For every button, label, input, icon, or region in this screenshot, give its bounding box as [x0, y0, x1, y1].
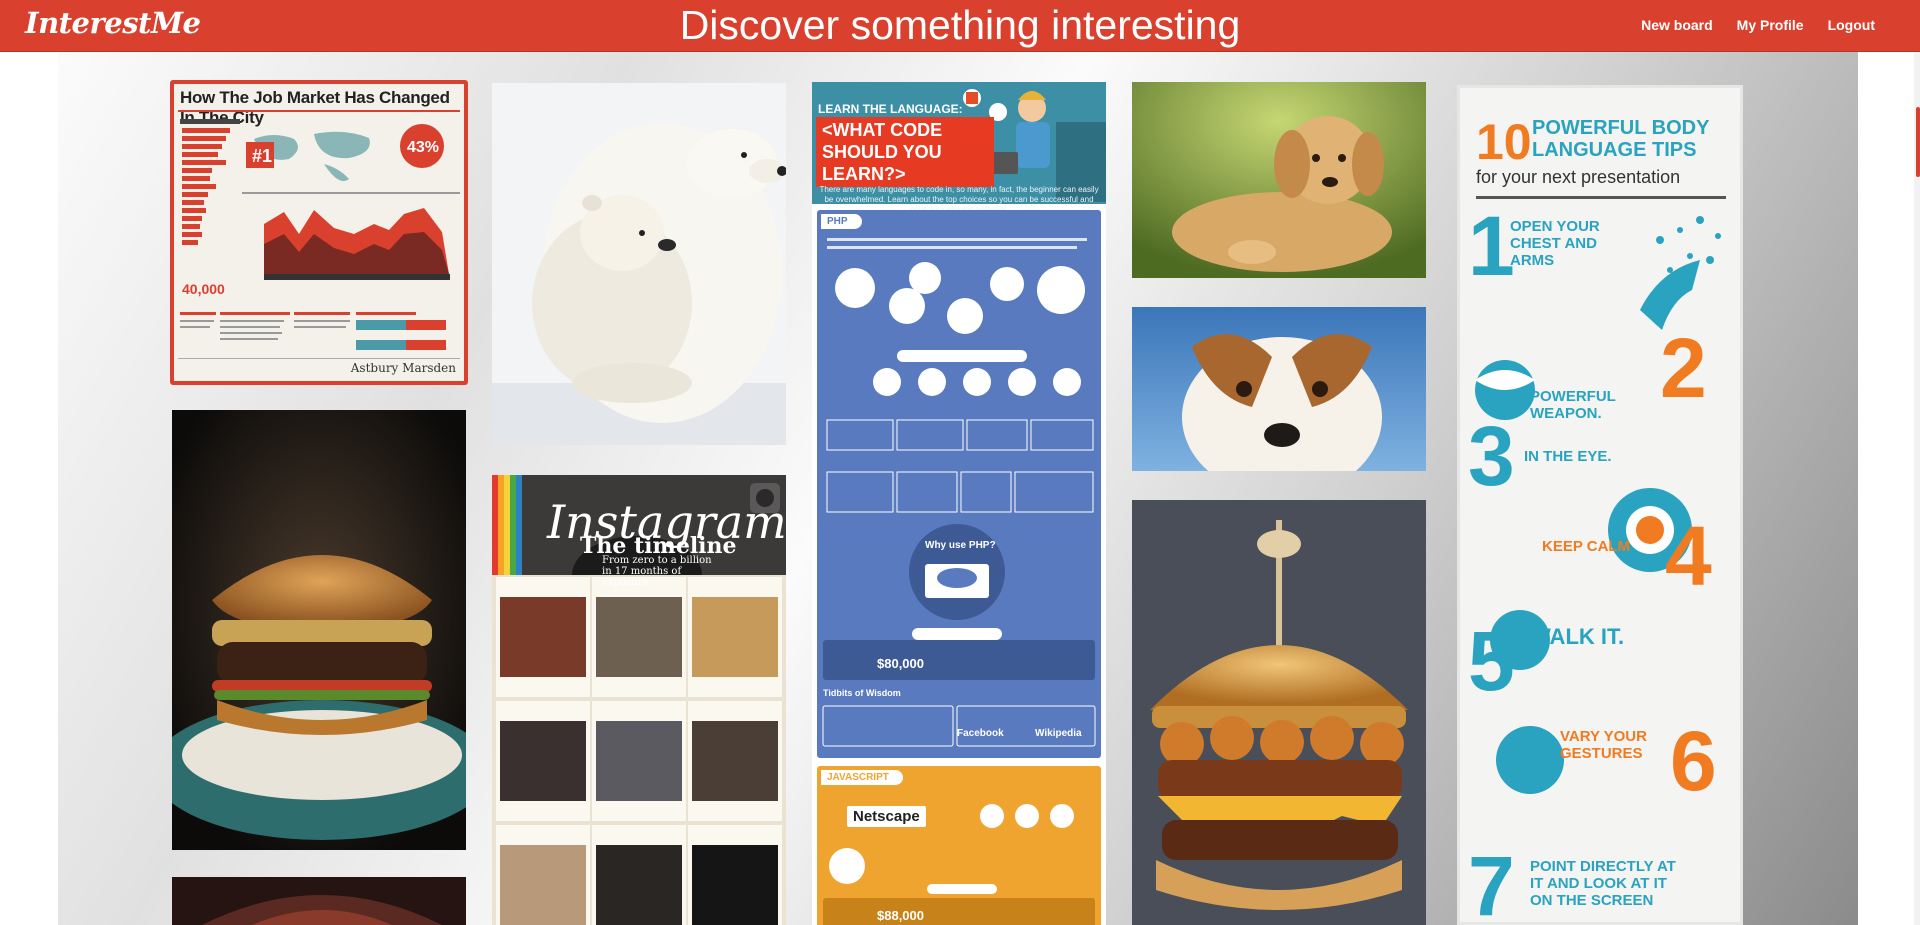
learn-language-label: LEARN THE LANGUAGE: [818, 102, 963, 116]
facebook-label: Facebook [957, 728, 1004, 739]
scrollbar[interactable] [1914, 52, 1920, 925]
onion-burger-image [1132, 500, 1426, 925]
tip-number-7: 7 [1468, 839, 1515, 925]
pin-instagram-timeline[interactable]: Instagram The timeline From zero to a bi… [492, 475, 786, 925]
tip-number-3: 3 [1468, 409, 1515, 503]
php-salary: $80,000 [877, 656, 924, 671]
pin-body-language-infographic[interactable]: 10 POWERFUL BODY LANGUAGE TIPS for your … [1457, 85, 1743, 925]
svg-text:43%: 43% [407, 139, 439, 156]
php-section: PHP $80,000 Why use PHP? Tidbits of Wisd… [817, 210, 1101, 758]
new-board-link[interactable]: New board [1641, 17, 1713, 33]
tip-powerful-weapon: POWERFUL WEAPON. [1530, 388, 1616, 422]
php-graphics: $80,000 [822, 238, 1096, 747]
partial-image [172, 877, 466, 925]
code-question-title: <WHAT CODE SHOULD YOU LEARN?> [816, 117, 994, 187]
tip-walk-it: WALK IT. [1530, 624, 1625, 649]
logo[interactable]: InterestMe [25, 6, 201, 40]
infographic-header: LEARN THE LANGUAGE: <WHAT CODE SHOULD YO… [812, 82, 1106, 214]
tip-open-chest: OPEN YOUR CHEST AND ARMS [1510, 218, 1600, 269]
pin-puppy-photo[interactable] [1132, 82, 1426, 278]
tip-in-the-eye: IN THE EYE. [1524, 448, 1612, 465]
pin-dog-closeup-photo[interactable] [1132, 307, 1426, 471]
pin-partial-image[interactable] [172, 877, 466, 925]
polar-bears-image [492, 83, 786, 445]
my-profile-link[interactable]: My Profile [1737, 17, 1804, 33]
svg-text:40,000: 40,000 [182, 281, 225, 297]
tip-number-1: 1 [1468, 199, 1515, 293]
tip-keep-calm: KEEP CALM [1542, 538, 1631, 555]
tip-number-2: 2 [1660, 321, 1707, 415]
puppy-image [1132, 82, 1426, 278]
body-number: 10 [1476, 114, 1532, 170]
javascript-section: JAVASCRIPT Netscape $88,000 [817, 766, 1101, 925]
pin-onion-burger-photo[interactable] [1132, 500, 1426, 925]
pin-polar-bears-photo[interactable] [492, 83, 786, 445]
body-title: POWERFUL BODY LANGUAGE TIPS [1532, 117, 1710, 161]
pin-burger-photo[interactable] [172, 410, 466, 850]
instagram-caption: From zero to a billion in 17 months of e… [602, 555, 712, 588]
dog-closeup-image [1132, 307, 1426, 471]
php-wisdom-label: Tidbits of Wisdom [823, 688, 901, 698]
logout-link[interactable]: Logout [1828, 17, 1875, 33]
tip-number-4: 4 [1665, 509, 1712, 603]
pin-footer: Astbury Marsden [350, 361, 456, 375]
burger-image [172, 410, 466, 850]
pin-code-languages-infographic[interactable]: LEARN THE LANGUAGE: <WHAT CODE SHOULD YO… [812, 82, 1106, 925]
js-salary: $88,000 [877, 908, 924, 923]
page-title: Discover something interesting [679, 2, 1241, 48]
php-why-label: Why use PHP? [925, 540, 996, 551]
tip-vary-gestures: VARY YOUR GESTURES [1560, 728, 1647, 762]
tip-point-directly: POINT DIRECTLY AT IT AND LOOK AT IT ON T… [1530, 858, 1676, 909]
infographic-graphics: #1 43% 40,000 [178, 110, 460, 359]
wikipedia-label: Wikipedia [1035, 728, 1082, 739]
body-subtitle: for your next presentation [1476, 167, 1681, 187]
scrollbar-thumb[interactable] [1916, 107, 1920, 177]
top-bar: InterestMe Discover something interestin… [0, 0, 1920, 52]
rank-badge: #1 [252, 146, 272, 166]
tip-number-5: 5 [1468, 614, 1515, 708]
tip-number-6: 6 [1670, 714, 1717, 808]
pin-job-market-infographic[interactable]: How The Job Market Has Changed In The Ci… [170, 80, 468, 385]
javascript-graphics: $88,000 [823, 804, 1095, 925]
top-nav: New board My Profile Logout [1641, 17, 1875, 33]
